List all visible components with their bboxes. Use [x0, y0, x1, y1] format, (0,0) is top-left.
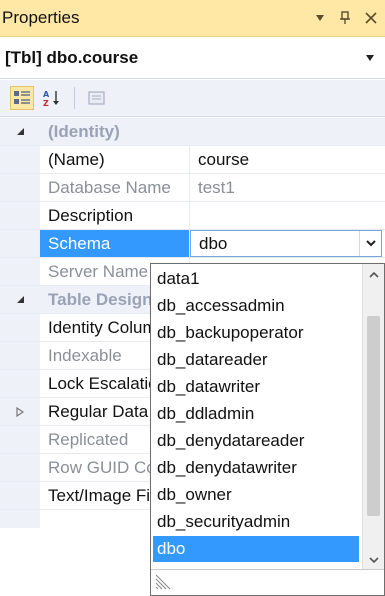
collapse-triangle-icon[interactable] [0, 295, 40, 304]
dropdown-arrow-icon[interactable] [359, 231, 381, 256]
dropdown-option[interactable]: db_denydatawriter [153, 455, 359, 481]
property-value[interactable] [190, 202, 198, 229]
collapse-triangle-icon[interactable] [0, 127, 40, 136]
property-pages-icon[interactable] [85, 86, 109, 110]
schema-dropdown-list[interactable]: data1 db_accessadmin db_backupoperator d… [150, 263, 385, 596]
toolbar-separator [74, 87, 75, 109]
property-name: (Name) [40, 146, 190, 173]
pin-icon[interactable] [339, 11, 351, 25]
close-icon[interactable] [365, 12, 377, 24]
dropdown-option[interactable]: db_datawriter [153, 374, 359, 400]
properties-toolbar: A Z [0, 80, 385, 117]
dropdown-option[interactable]: db_denydatareader [153, 428, 359, 454]
expand-triangle-icon[interactable] [0, 406, 40, 417]
scroll-up-icon[interactable] [363, 264, 384, 284]
dropdown-option[interactable]: db_accessadmin [153, 293, 359, 319]
dropdown-scrollbar[interactable] [362, 264, 384, 570]
alphabetical-icon[interactable]: A Z [40, 86, 64, 110]
property-name: Database Name [40, 174, 190, 201]
category-identity[interactable]: (Identity) [0, 118, 385, 146]
resize-grip-icon[interactable] [155, 574, 175, 590]
chevron-down-icon[interactable] [365, 53, 375, 63]
title-controls [315, 11, 377, 25]
property-name: Schema [40, 230, 190, 257]
dropdown-option[interactable]: db_owner [153, 482, 359, 508]
dropdown-option[interactable]: db_securityadmin [153, 509, 359, 535]
dropdown-option-selected[interactable]: dbo [153, 536, 359, 562]
property-row-schema[interactable]: Schema dbo [0, 230, 385, 258]
property-value: dbo [199, 233, 228, 253]
panel-title: Properties [2, 8, 80, 27]
scroll-thumb[interactable] [367, 316, 380, 516]
scroll-down-icon[interactable] [363, 550, 384, 570]
schema-value-combobox[interactable]: dbo [190, 230, 382, 257]
property-row[interactable]: Database Name test1 [0, 174, 385, 202]
dropdown-option[interactable]: data1 [153, 266, 359, 292]
dropdown-option[interactable]: db_backupoperator [153, 320, 359, 346]
resize-grip[interactable] [151, 569, 384, 595]
property-name: Description [40, 202, 190, 229]
object-selector-value: [Tbl] dbo.course [5, 48, 139, 67]
property-value[interactable]: course [190, 146, 249, 173]
svg-text:A: A [43, 90, 50, 99]
object-selector[interactable]: [Tbl] dbo.course [0, 38, 385, 79]
svg-text:Z: Z [43, 99, 49, 107]
dropdown-option[interactable]: db_ddladmin [153, 401, 359, 427]
category-label: (Identity) [48, 121, 120, 141]
property-row[interactable]: (Name) course [0, 146, 385, 174]
window-position-dropdown-icon[interactable] [315, 14, 325, 22]
categorized-icon[interactable] [10, 86, 34, 110]
dropdown-option[interactable]: db_datareader [153, 347, 359, 373]
property-value[interactable]: test1 [190, 174, 235, 201]
title-bar: Properties [0, 0, 385, 37]
properties-panel: Properties [Tbl] dbo.course A Z (Identit… [0, 0, 385, 596]
property-row[interactable]: Description [0, 202, 385, 230]
